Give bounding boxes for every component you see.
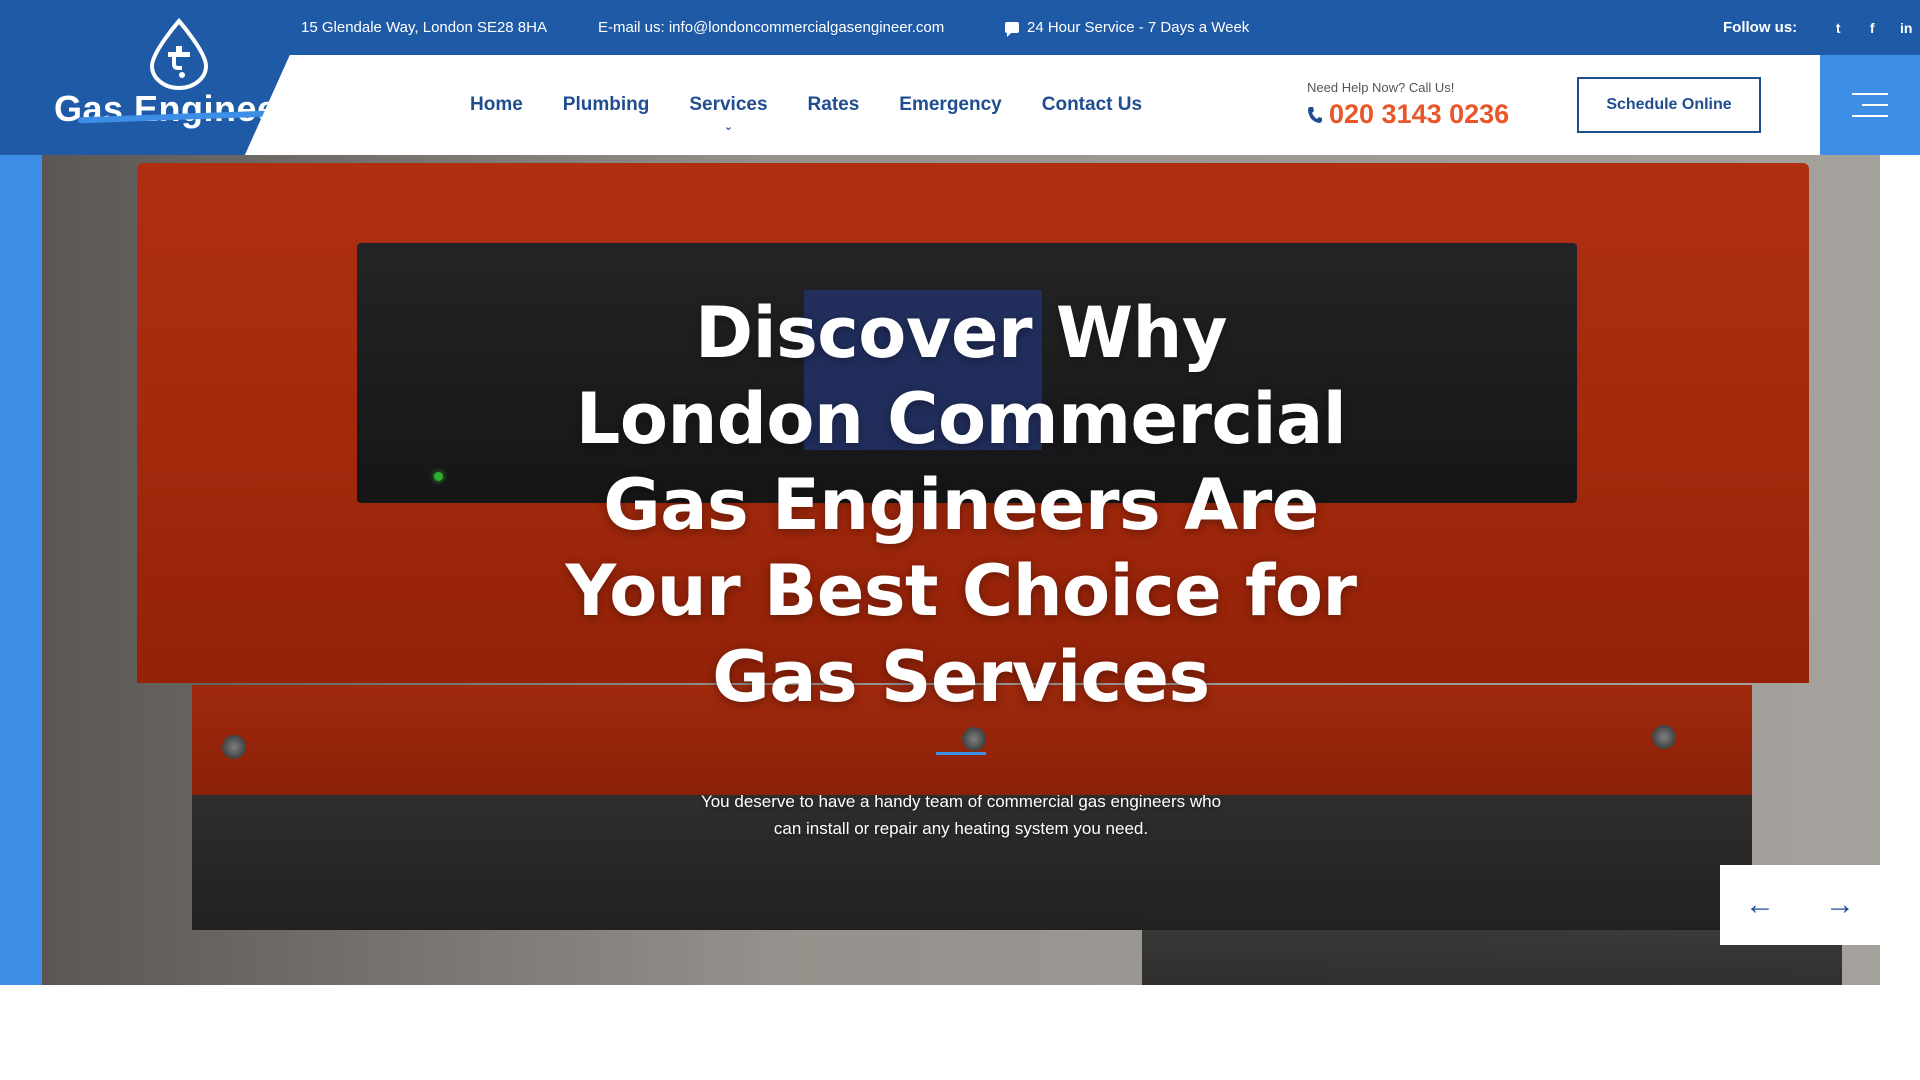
hero-underline <box>936 752 986 755</box>
social-links: Follow us: t f in <box>1723 0 1919 55</box>
chat-icon <box>1005 22 1019 37</box>
nav-rates[interactable]: Rates <box>808 94 860 116</box>
hero-subtitle: You deserve to have a handy team of comm… <box>700 792 1222 838</box>
page-margin <box>1880 155 1920 985</box>
hamburger-icon <box>1852 93 1888 117</box>
help-call: Need Help Now? Call Us! 020 3143 0236 <box>1307 80 1509 130</box>
facebook-icon[interactable]: f <box>1859 20 1885 36</box>
next-arrow-icon[interactable]: → <box>1825 890 1855 920</box>
help-label: Need Help Now? Call Us! <box>1307 80 1455 95</box>
chevron-down-icon: ⌄ <box>723 121 734 133</box>
nav-plumbing[interactable]: Plumbing <box>563 94 650 116</box>
address-text: 15 Glendale Way, London SE28 8HA <box>301 0 547 55</box>
schedule-online-button[interactable]: Schedule Online <box>1577 77 1761 133</box>
email-link[interactable]: E-mail us: info@londoncommercialgasengin… <box>598 0 944 55</box>
phone-link[interactable]: 020 3143 0236 <box>1307 99 1509 130</box>
follow-label: Follow us: <box>1723 19 1798 36</box>
address-label: 15 Glendale Way, London SE28 8HA <box>301 19 547 36</box>
phone-number: 020 3143 0236 <box>1329 99 1510 129</box>
side-accent-bar <box>0 155 42 985</box>
nav-home[interactable]: Home <box>470 94 523 116</box>
logo-text: Gas Engineer <box>54 88 284 129</box>
nav-contact-us[interactable]: Contact Us <box>1042 94 1142 116</box>
hero-title: Discover Why London Commercial Gas Engin… <box>565 292 1357 718</box>
service-hours: 24 Hour Service - 7 Days a Week <box>1005 0 1249 55</box>
water-drop-tap-icon <box>149 18 209 90</box>
twitter-icon[interactable]: t <box>1825 20 1851 36</box>
nav-services-label: Services <box>689 94 768 115</box>
slider-controls: ← → <box>1720 865 1880 945</box>
menu-toggle-button[interactable] <box>1820 55 1920 155</box>
service-hours-label: 24 Hour Service - 7 Days a Week <box>1027 19 1250 36</box>
nav-services[interactable]: Services ⌄ <box>689 94 768 133</box>
phone-icon <box>1308 106 1322 123</box>
logo[interactable]: Gas Engineer <box>0 0 295 155</box>
email-label: E-mail us: info@londoncommercialgasengin… <box>598 19 945 36</box>
prev-arrow-icon[interactable]: ← <box>1745 890 1775 920</box>
linkedin-icon[interactable]: in <box>1893 20 1919 36</box>
nav-emergency[interactable]: Emergency <box>899 94 1001 116</box>
main-nav: Home Plumbing Services ⌄ Rates Emergency… <box>470 55 1182 155</box>
